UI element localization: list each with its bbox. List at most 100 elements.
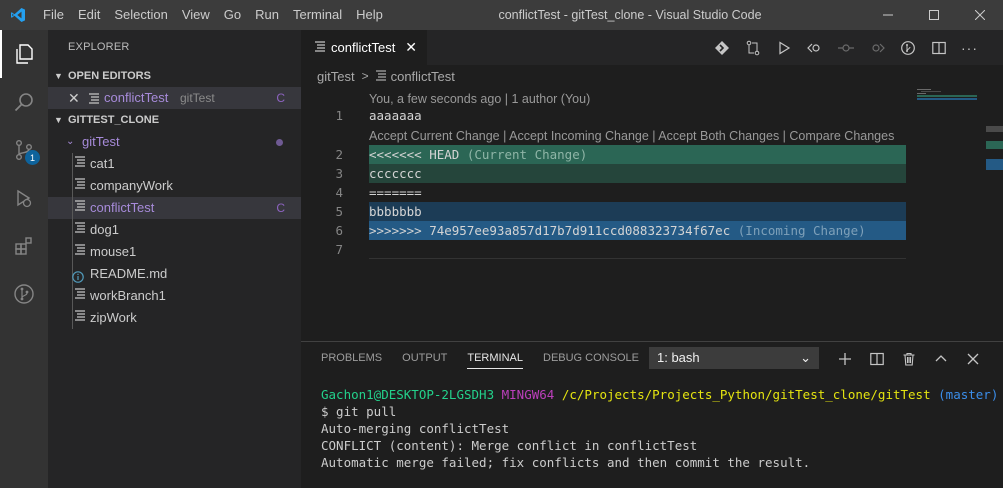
extensions-icon [15,237,32,255]
title-bar: File Edit Selection View Go Run Terminal… [0,0,1003,30]
more-actions-button[interactable]: ··· [954,30,985,65]
line-number: 3 [335,166,343,181]
previous-change-button[interactable] [799,30,830,65]
code-line-2: 2 <<<<<<< HEAD (Current Change) [301,145,906,164]
git-history-icon [14,284,34,304]
workspace-label: GITTEST_CLONE [68,114,160,126]
code-editor[interactable]: You, a few seconds ago | 1 author (You) … [301,87,1003,341]
incoming-change-highlight [369,202,906,221]
run-button[interactable] [768,30,799,65]
open-editors-header[interactable]: ▼ OPEN EDITORS [48,65,301,87]
split-editor-button[interactable] [923,30,954,65]
line-number: 2 [335,147,343,162]
breadcrumb-folder[interactable]: gitTest [317,69,355,84]
file-name: mouse1 [90,244,137,259]
tab-label: conflictTest [331,40,396,55]
commit-icon [837,43,854,52]
chevron-down-icon: ▼ [54,115,63,125]
git-compare-button[interactable] [737,30,768,65]
search-icon [14,93,33,112]
tab-problems[interactable]: PROBLEMS [321,342,382,375]
breadcrumb: gitTest > conflictTest [301,65,1003,87]
new-terminal-button[interactable] [829,342,861,375]
trash-icon [903,352,915,366]
menu-run[interactable]: Run [248,0,286,30]
sidebar-title: EXPLORER [68,41,130,53]
open-changes-button[interactable] [706,30,737,65]
maximize-icon [929,10,939,20]
terminal-output[interactable]: Gachon1@DESKTOP-2LGSDH3 MINGW64 /c/Proje… [321,386,998,471]
git-compare-diamond-icon [714,40,729,55]
open-editors-label: OPEN EDITORS [68,70,151,82]
minimap[interactable] [915,87,985,341]
terminal-env: MINGW64 [501,387,555,402]
open-editor-item[interactable]: ✕ conflictTest gitTest C [48,87,301,109]
tab-terminal[interactable]: TERMINAL [467,342,523,375]
toggle-blame-button[interactable] [830,30,861,65]
tab-debug-console[interactable]: DEBUG CONSOLE [543,342,639,375]
indent-guide [72,153,73,175]
minimap-preview [917,89,977,100]
line-number: 7 [335,242,343,257]
search-activity[interactable] [0,78,48,126]
file-lines-icon [375,69,386,84]
close-panel-button[interactable] [957,342,989,375]
menu-view[interactable]: View [175,0,217,30]
terminal-user: Gachon1@DESKTOP-2LGSDH3 [321,387,495,402]
file-name: cat1 [90,156,115,171]
file-name: dog1 [90,222,119,237]
kill-terminal-button[interactable] [893,342,925,375]
menu-terminal[interactable]: Terminal [286,0,349,30]
merge-codelens[interactable]: Accept Current Change | Accept Incoming … [369,127,894,146]
line-text: ccccccc [369,166,422,181]
close-window-button[interactable] [957,0,1003,30]
scrollbar-incoming-marker [986,159,1003,170]
minimize-button[interactable] [865,0,911,30]
workspace-header[interactable]: ▼ GITTEST_CLONE [48,109,301,131]
extensions-activity[interactable] [0,222,48,270]
tab-conflicttest[interactable]: conflictTest ✕ [301,30,427,65]
terminal-select[interactable]: 1: bash ⌄ [649,347,819,369]
indent-guide [72,307,73,329]
current-change-note: (Current Change) [466,147,588,162]
menu-edit[interactable]: Edit [71,0,107,30]
terminal-command: $ git pull [321,404,397,419]
git-graph-activity[interactable] [0,270,48,318]
maximize-button[interactable] [911,0,957,30]
terminal-output-line: Automatic merge failed; fix conflicts an… [321,455,811,470]
file-item-mouse1[interactable]: mouse1 [48,241,301,263]
explorer-activity[interactable] [0,30,48,78]
breadcrumb-file[interactable]: conflictTest [391,69,455,84]
terminal-output-line: Auto-merging conflictTest [321,421,510,436]
menu-file[interactable]: File [36,0,71,30]
code-line-6: 6 >>>>>>> 74e957ee93a857d17b7d911ccd0883… [301,221,906,240]
run-debug-activity[interactable] [0,174,48,222]
file-name: zipWork [90,310,137,325]
close-tab-icon[interactable]: ✕ [405,39,417,56]
source-control-activity[interactable]: 1 [0,126,48,174]
git-compare-icon [746,40,759,55]
next-change-button[interactable] [861,30,892,65]
file-name: README.md [90,266,168,281]
file-lines-icon [315,40,325,55]
close-editor-icon[interactable]: ✕ [68,87,80,109]
file-history-button[interactable] [892,30,923,65]
file-item-zipwork[interactable]: zipWork [48,307,301,329]
menu-selection[interactable]: Selection [107,0,174,30]
tab-output[interactable]: OUTPUT [402,342,447,375]
code-line-4: 4 ======= [301,183,906,202]
minimize-icon [883,14,893,16]
chevron-down-icon: ▼ [54,71,63,81]
menu-go[interactable]: Go [217,0,248,30]
line-text: >>>>>>> 74e957ee93a857d17b7d911ccd088323… [369,221,866,240]
indent-guide [72,285,73,307]
line-number: 5 [335,204,343,219]
plus-icon [839,352,851,365]
close-icon [975,10,985,20]
split-terminal-button[interactable] [861,342,893,375]
editor-actions: ··· [706,30,985,65]
menu-help[interactable]: Help [349,0,390,30]
incoming-change-note: (Incoming Change) [737,223,866,238]
maximize-panel-button[interactable] [925,342,957,375]
ellipsis-icon: ··· [961,39,978,56]
